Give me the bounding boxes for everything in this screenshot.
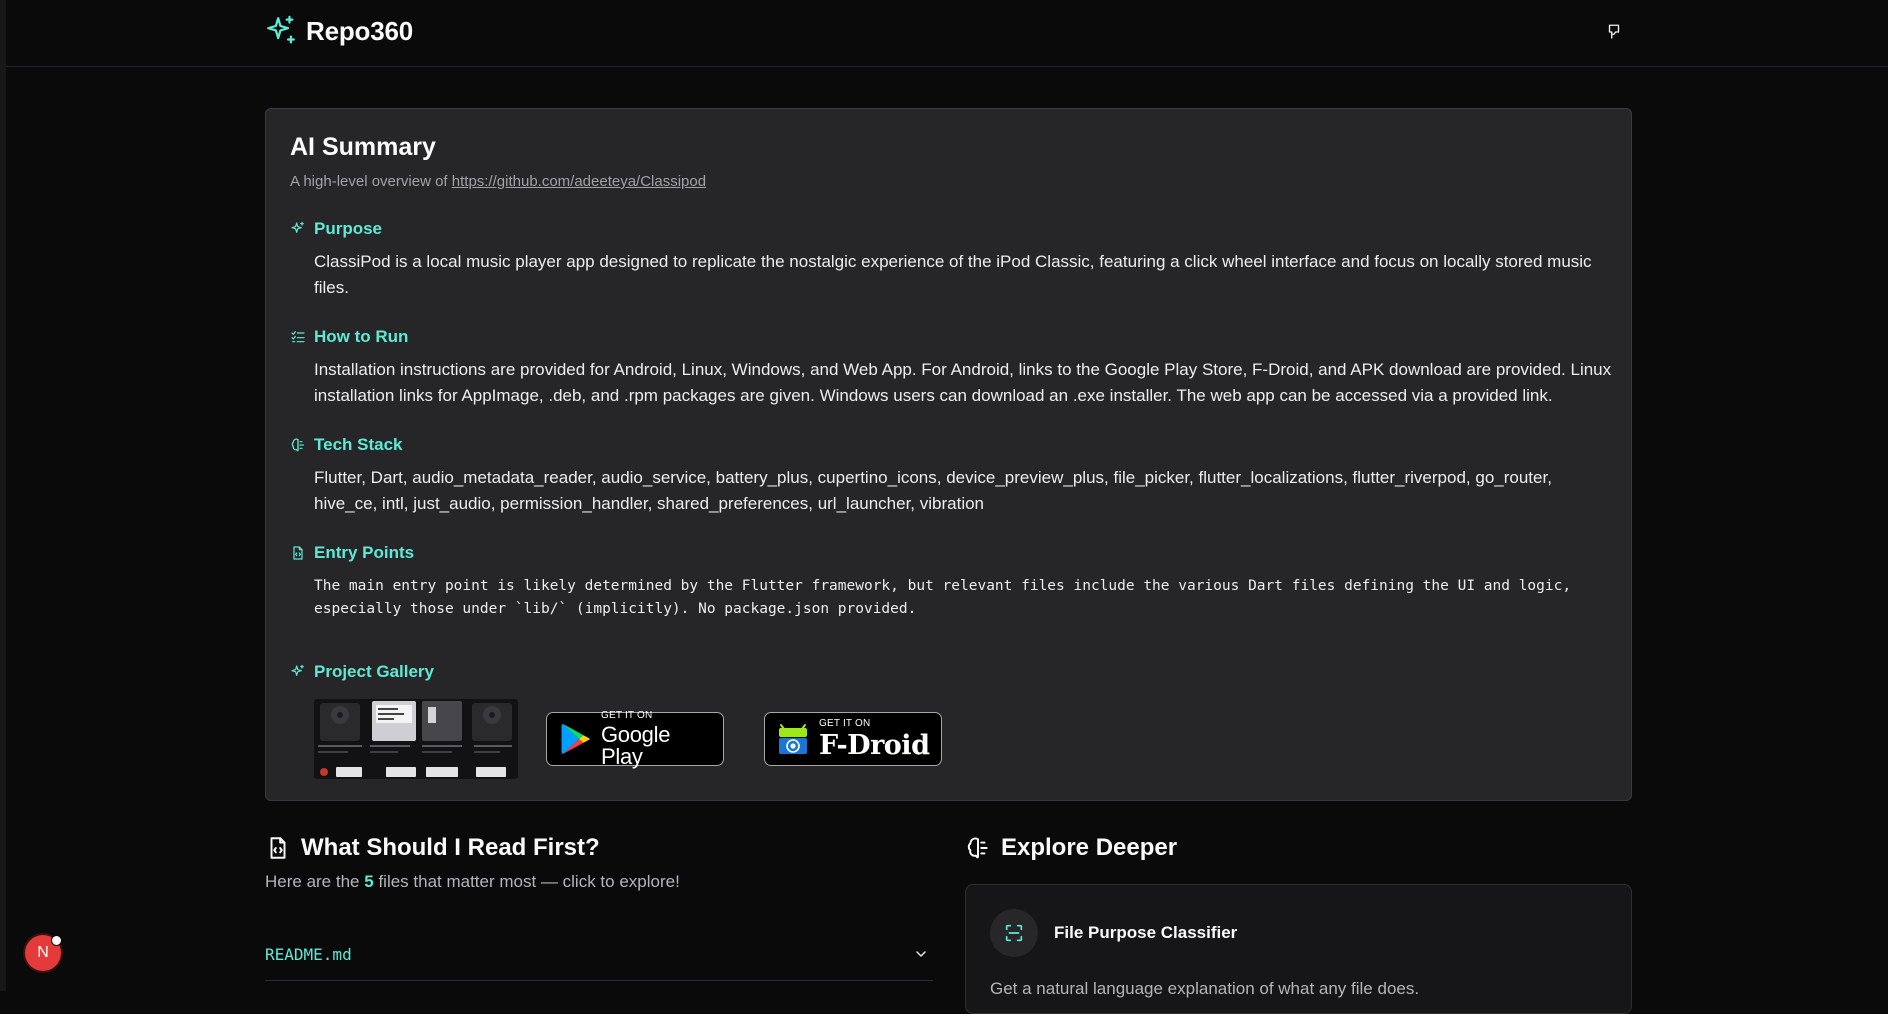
tool-card-file-purpose-classifier[interactable]: File Purpose Classifier Get a natural la… bbox=[965, 884, 1632, 1014]
read-first-subtitle: Here are the 5 files that matter most — … bbox=[265, 872, 680, 892]
section-project-gallery: Project Gallery bbox=[290, 660, 434, 684]
subtitle-prefix: A high-level overview of bbox=[290, 173, 448, 190]
section-tech-stack: Tech Stack Flutter, Dart, audio_metadata… bbox=[290, 433, 1614, 517]
brain-icon bbox=[967, 837, 988, 859]
section-header: Entry Points bbox=[290, 541, 1614, 565]
section-header: Tech Stack bbox=[290, 433, 1614, 457]
app-screenshot-image bbox=[314, 699, 518, 779]
sparkles-icon bbox=[267, 15, 295, 44]
avatar-initial: N bbox=[37, 944, 49, 961]
app-name: Repo360 bbox=[306, 15, 413, 46]
file-code-icon bbox=[270, 837, 286, 859]
fdroid-icon bbox=[779, 724, 807, 754]
badge-small-text: GET IT ON bbox=[819, 718, 871, 729]
gallery-row: GET IT ON Google Play GET IT ON F-Droid bbox=[314, 699, 942, 779]
badge-big-text: Google Play bbox=[601, 721, 671, 769]
section-header: Purpose bbox=[290, 217, 1614, 241]
file-code-icon bbox=[293, 546, 303, 560]
section-header: How to Run bbox=[290, 325, 1614, 349]
section-body: The main entry point is likely determine… bbox=[314, 578, 1572, 617]
read-first-sub-after: files that matter most — click to explor… bbox=[378, 872, 680, 891]
notification-dot bbox=[51, 935, 62, 946]
section-body: ClassiPod is a local music player app de… bbox=[314, 252, 1592, 297]
top-navbar: Repo360 bbox=[6, 0, 1888, 67]
file-name: README.md bbox=[265, 944, 352, 964]
github-icon bbox=[1608, 24, 1620, 39]
badge-big-text: F-Droid bbox=[819, 730, 930, 761]
repo-link[interactable]: https://github.com/adeeteya/Classipod bbox=[452, 173, 706, 190]
gallery-screenshot-thumbnail[interactable] bbox=[314, 699, 518, 779]
section-how-to-run: How to Run Installation instructions are… bbox=[290, 325, 1614, 409]
section-title: Project Gallery bbox=[314, 662, 435, 681]
badge-small-text: GET IT ON bbox=[601, 709, 653, 721]
section-title: Purpose bbox=[314, 219, 383, 238]
read-first-title: What Should I Read First? bbox=[301, 834, 600, 861]
section-title: Tech Stack bbox=[314, 435, 403, 454]
section-title: How to Run bbox=[314, 327, 409, 346]
tool-description: Get a natural language explanation of wh… bbox=[990, 979, 1420, 998]
section-purpose: Purpose ClassiPod is a local music playe… bbox=[290, 217, 1614, 301]
google-play-badge[interactable]: GET IT ON Google Play bbox=[546, 709, 724, 769]
left-edge-strip bbox=[0, 0, 6, 991]
explore-heading: Explore Deeper bbox=[965, 834, 1177, 862]
file-accordion-row[interactable]: README.md bbox=[265, 928, 933, 981]
github-button[interactable] bbox=[1600, 18, 1628, 46]
section-body: Installation instructions are provided f… bbox=[314, 360, 1612, 405]
fdroid-text: GET IT ON F-Droid bbox=[819, 718, 930, 761]
sparkles-icon bbox=[291, 221, 304, 233]
scan-icon bbox=[1005, 924, 1023, 942]
chevron-down-icon bbox=[916, 951, 926, 957]
explore-title: Explore Deeper bbox=[1001, 834, 1178, 861]
file-count: 5 bbox=[364, 872, 374, 891]
section-entry-points: Entry Points The main entry point is lik… bbox=[290, 541, 1614, 621]
fdroid-badge[interactable]: GET IT ON F-Droid bbox=[764, 712, 942, 766]
tool-title: File Purpose Classifier bbox=[1054, 923, 1238, 942]
brain-icon bbox=[291, 438, 304, 452]
card-subtitle: A high-level overview of https://github.… bbox=[290, 173, 706, 190]
read-first-heading: What Should I Read First? bbox=[265, 834, 600, 862]
list-checks-icon bbox=[291, 331, 305, 343]
brand-logo-link[interactable]: Repo360 bbox=[264, 0, 413, 62]
section-body: Flutter, Dart, audio_metadata_reader, au… bbox=[314, 468, 1552, 513]
ai-summary-card: AI Summary A high-level overview of http… bbox=[265, 108, 1632, 801]
read-first-sub-before: Here are the bbox=[265, 872, 360, 891]
section-header: Project Gallery bbox=[290, 660, 434, 684]
google-play-icon bbox=[561, 724, 590, 754]
tool-icon-wrap bbox=[990, 909, 1038, 957]
sparkles-icon bbox=[291, 664, 304, 676]
user-avatar-button[interactable]: N bbox=[25, 935, 62, 971]
google-play-text: GET IT ON Google Play bbox=[601, 709, 713, 769]
card-title: AI Summary bbox=[290, 133, 436, 161]
section-title: Entry Points bbox=[314, 543, 415, 562]
